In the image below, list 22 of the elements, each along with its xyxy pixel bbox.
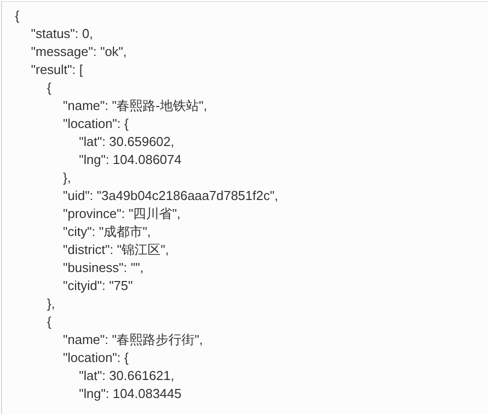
code-line: "location": { xyxy=(63,349,129,367)
code-line: "province": "四川省", xyxy=(63,205,180,223)
code-line: "name": "春熙路-地铁站", xyxy=(63,97,208,115)
code-line: }, xyxy=(47,295,55,313)
code-line: "location": { xyxy=(63,115,129,133)
code-line: "city": "成都市", xyxy=(63,223,151,241)
code-line: "district": "锦江区", xyxy=(63,241,169,259)
code-line: "result": [ xyxy=(31,61,83,79)
code-line: "business": "", xyxy=(63,259,144,277)
code-line: { xyxy=(47,79,52,97)
code-line: "name": "春熙路步行街", xyxy=(63,331,203,349)
code-line: "uid": "3a49b04c2186aaa7d7851f2c", xyxy=(63,187,278,205)
code-line: "lat": 30.661621, xyxy=(79,367,174,385)
code-line: "status": 0, xyxy=(31,25,93,43)
code-line: "lat": 30.659602, xyxy=(79,133,174,151)
code-line: { xyxy=(15,7,20,25)
code-line: "cityid": "75" xyxy=(63,277,133,295)
code-line: }, xyxy=(63,169,71,187)
code-line: { xyxy=(47,313,52,331)
code-line: "lng": 104.086074 xyxy=(79,151,182,169)
code-line: "message": "ok", xyxy=(31,43,127,61)
code-line: "lng": 104.083445 xyxy=(79,385,182,403)
